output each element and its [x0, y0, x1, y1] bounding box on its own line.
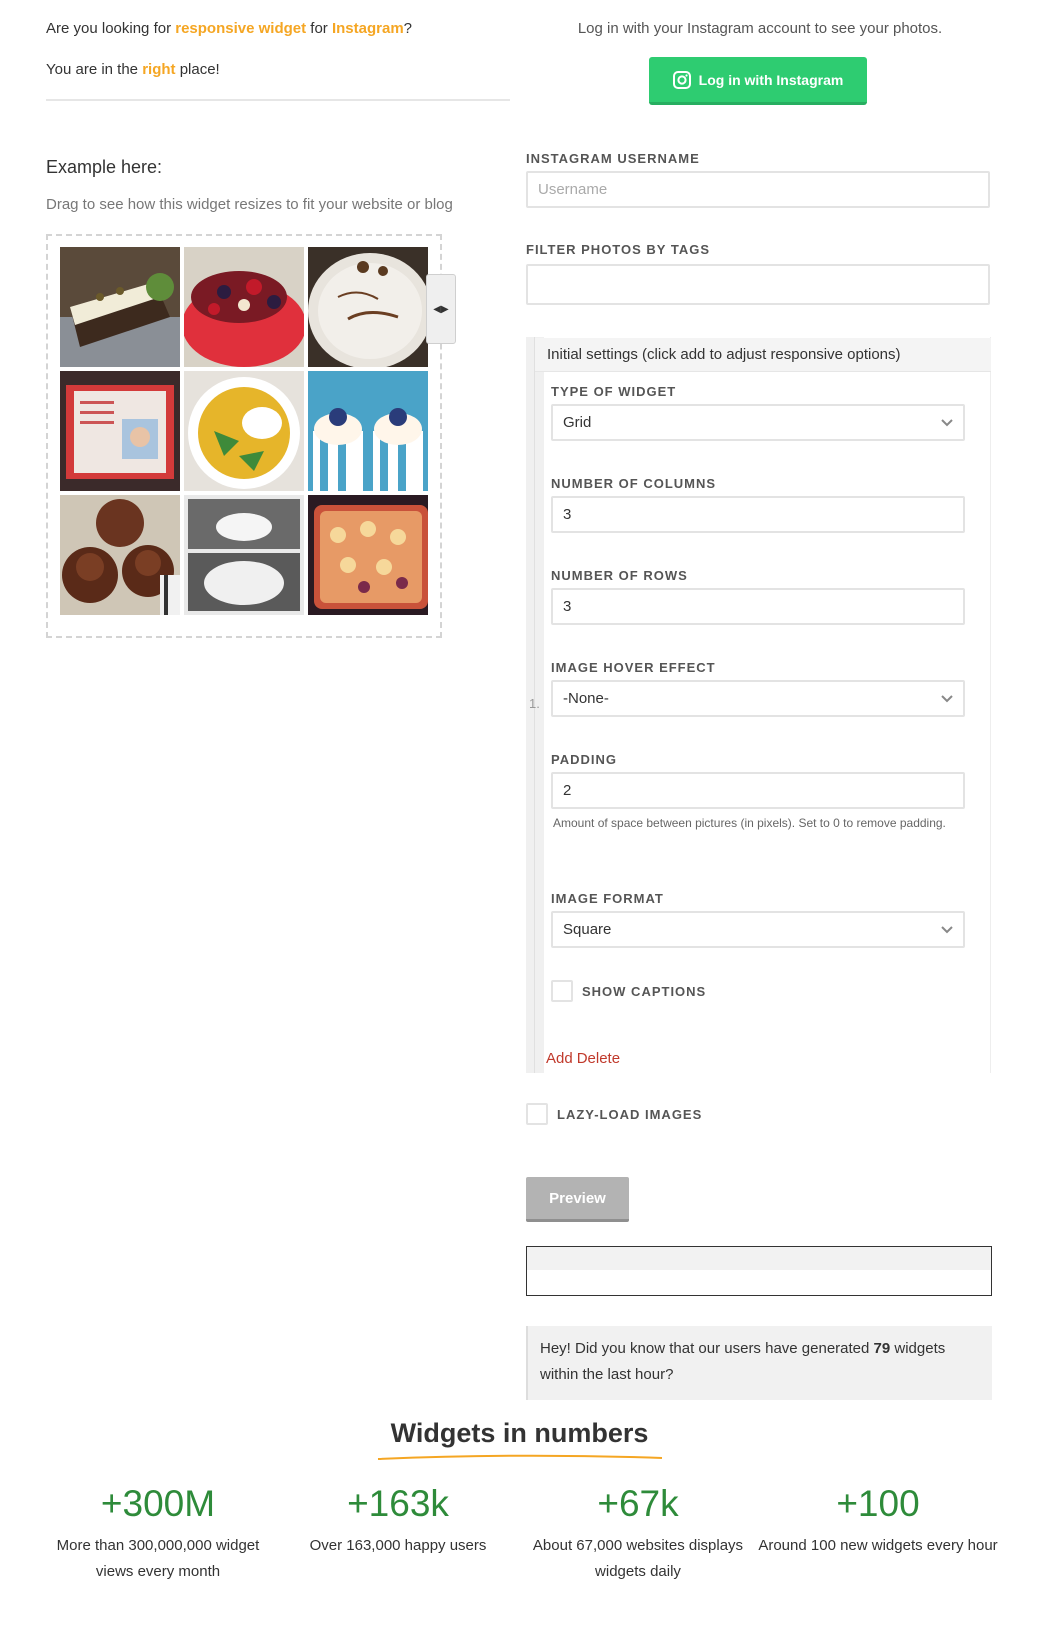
hover-effect-label: IMAGE HOVER EFFECT: [551, 660, 716, 675]
preview-area-bar: [527, 1247, 991, 1270]
intro-highlight-right: right: [142, 61, 176, 78]
tip-count: 79: [873, 1340, 891, 1357]
rows-value: 3: [563, 598, 572, 615]
stat-users: +163k Over 163,000 happy users: [278, 1483, 518, 1559]
add-link[interactable]: Add: [546, 1050, 573, 1067]
pie-photo[interactable]: [308, 495, 428, 615]
cupcakes-photo[interactable]: [308, 371, 428, 491]
photo-cake-photo[interactable]: [60, 371, 180, 491]
chevron-down-icon: [941, 690, 953, 707]
columns-label: NUMBER OF COLUMNS: [551, 476, 717, 491]
stat-value: +163k: [347, 1483, 449, 1524]
preview-button[interactable]: Preview: [526, 1177, 629, 1222]
example-title: Example here:: [46, 157, 163, 177]
hover-effect-select[interactable]: -None-: [551, 680, 965, 717]
login-button-label: Log in with Instagram: [698, 71, 844, 88]
show-captions-label: SHOW CAPTIONS: [582, 984, 707, 999]
tags-input[interactable]: [526, 264, 990, 305]
widget-type-label: TYPE OF WIDGET: [551, 384, 677, 399]
photo-grid: [60, 247, 432, 619]
stat-new-widgets: +100 Around 100 new widgets every hour: [758, 1483, 998, 1559]
stat-caption: About 67,000 websites displays widgets d…: [532, 1537, 744, 1580]
widget-type-select[interactable]: Grid: [551, 404, 965, 441]
login-note: Log in with your Instagram account to se…: [577, 20, 943, 37]
rows-input[interactable]: 3: [551, 588, 965, 625]
intro-line-1: Are you looking for responsive widget fo…: [46, 20, 412, 37]
stat-caption: Around 100 new widgets every hour: [758, 1537, 998, 1554]
stat-caption: Over 163,000 happy users: [309, 1537, 487, 1554]
resize-arrows-icon: ◀▶: [433, 303, 449, 315]
title-underline: [377, 1454, 663, 1460]
resize-handle[interactable]: ◀▶: [426, 274, 456, 344]
delete-link[interactable]: Delete: [577, 1050, 620, 1067]
soup-bowl-photo[interactable]: [184, 371, 304, 491]
preview-area: [526, 1246, 992, 1296]
cake-collage-photo[interactable]: [184, 495, 304, 615]
stat-views: +300M More than 300,000,000 widget views…: [38, 1483, 278, 1585]
columns-input[interactable]: 3: [551, 496, 965, 533]
intro-line-2: You are in the right place!: [46, 61, 220, 78]
cake-slice-photo[interactable]: [60, 247, 180, 367]
rows-label: NUMBER OF ROWS: [551, 568, 688, 583]
stat-value: +100: [836, 1483, 920, 1524]
berry-cake-photo[interactable]: [184, 247, 304, 367]
username-placeholder: Username: [538, 181, 608, 198]
intro-text: place!: [175, 61, 220, 78]
image-format-label: IMAGE FORMAT: [551, 891, 664, 906]
numbers-title: Widgets in numbers: [390, 1418, 649, 1448]
image-format-select[interactable]: Square: [551, 911, 965, 948]
login-instagram-button[interactable]: Log in with Instagram: [649, 57, 867, 105]
decorated-cake-photo[interactable]: [308, 247, 428, 367]
lazy-load-label: LAZY-LOAD IMAGES: [557, 1107, 703, 1122]
lazy-load-checkbox[interactable]: [526, 1103, 548, 1125]
intro-text: for: [306, 20, 332, 37]
padding-input[interactable]: 2: [551, 772, 965, 809]
example-subtitle: Drag to see how this widget resizes to f…: [46, 196, 453, 213]
widget-demo-frame: [46, 234, 442, 638]
username-label: INSTAGRAM USERNAME: [526, 151, 700, 166]
columns-value: 3: [563, 506, 572, 523]
padding-help-text: Amount of space between pictures (in pix…: [553, 816, 946, 830]
stat-value: +300M: [100, 1483, 216, 1524]
stat-value: +67k: [597, 1483, 679, 1524]
chevron-down-icon: [941, 414, 953, 431]
widget-type-value: Grid: [563, 414, 592, 431]
tags-label: FILTER PHOTOS BY TAGS: [526, 242, 710, 257]
chevron-down-icon: [941, 921, 953, 938]
stat-websites: +67k About 67,000 websites displays widg…: [518, 1483, 758, 1585]
instagram-icon: [672, 70, 691, 89]
stats-tip: Hey! Did you know that our users have ge…: [526, 1326, 992, 1400]
intro-text: Are you looking for: [46, 20, 176, 37]
hover-effect-value: -None-: [563, 690, 609, 707]
intro-text: ?: [403, 20, 413, 37]
stat-caption: More than 300,000,000 widget views every…: [56, 1537, 260, 1580]
intro-divider: [46, 99, 510, 101]
image-format-value: Square: [563, 921, 612, 938]
show-captions-checkbox[interactable]: [551, 980, 573, 1002]
add-delete-links: Add Delete: [546, 1050, 624, 1067]
intro-text: You are in the: [46, 61, 143, 78]
settings-item-number: 1.: [529, 696, 540, 711]
chocolate-cupcakes-photo[interactable]: [60, 495, 180, 615]
username-input[interactable]: Username: [526, 171, 990, 208]
intro-highlight-instagram: Instagram: [331, 20, 404, 37]
tip-text: Hey! Did you know that our users have ge…: [540, 1340, 874, 1357]
settings-header: Initial settings (click add to adjust re…: [535, 338, 991, 372]
intro-highlight-responsive-widget: responsive widget: [175, 20, 307, 37]
padding-value: 2: [563, 782, 572, 799]
padding-label: PADDING: [551, 752, 617, 767]
